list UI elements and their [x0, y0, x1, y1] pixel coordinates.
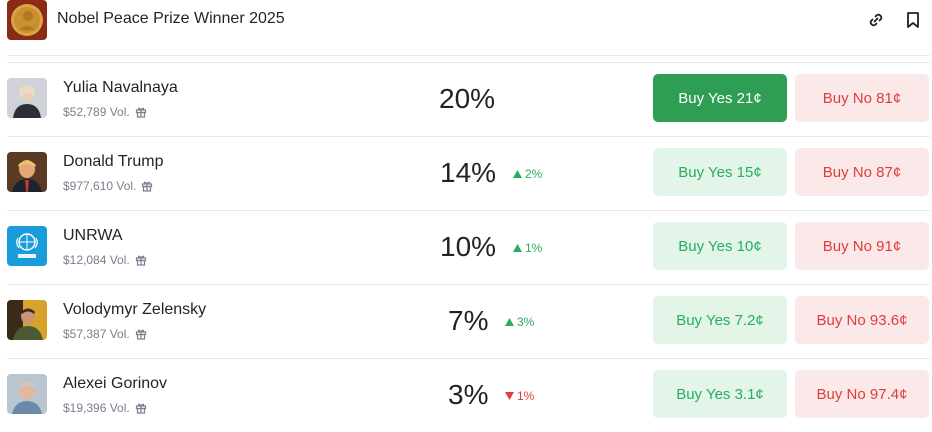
triangle-up-icon	[513, 170, 522, 178]
outcome-probability: 3%	[448, 379, 489, 410]
outcome-row[interactable]: Yulia Navalnaya $52,789 Vol. 20% Buy Yes…	[7, 63, 930, 137]
outcome-name: Yulia Navalnaya	[63, 79, 178, 96]
triangle-up-icon	[513, 244, 522, 252]
gift-icon	[135, 106, 147, 118]
buy-yes-button[interactable]: Buy Yes 7.2¢	[653, 296, 787, 344]
outcome-volume: $19,396 Vol.	[63, 401, 130, 415]
outcome-probability: 14%	[440, 157, 497, 188]
buy-no-button[interactable]: Buy No 91¢	[795, 222, 929, 270]
nobel-medal-icon	[7, 0, 47, 40]
avatar	[7, 226, 47, 266]
avatar	[7, 300, 47, 340]
buy-no-button[interactable]: Buy No 81¢	[795, 74, 929, 122]
market-header: Nobel Peace Prize Winner 2025	[0, 0, 932, 56]
buy-yes-button[interactable]: Buy Yes 21¢	[653, 74, 787, 122]
outcome-list: Yulia Navalnaya $52,789 Vol. 20% Buy Yes…	[0, 63, 932, 432]
buy-no-button[interactable]: Buy No 93.6¢	[795, 296, 929, 344]
buy-yes-button[interactable]: Buy Yes 3.1¢	[653, 370, 787, 418]
outcome-row[interactable]: Alexei Gorinov $19,396 Vol. 3% 1% Buy Ye…	[7, 359, 930, 432]
buy-no-button[interactable]: Buy No 87¢	[795, 148, 929, 196]
change-indicator: 1%	[513, 241, 542, 255]
change-indicator: 3%	[505, 315, 534, 329]
outcome-probability: 7%	[448, 305, 489, 336]
page-title: Nobel Peace Prize Winner 2025	[57, 10, 285, 27]
outcome-probability: 20%	[439, 83, 496, 114]
change-value: 1%	[525, 241, 543, 255]
outcome-name: UNRWA	[63, 227, 123, 244]
change-value: 2%	[525, 167, 543, 181]
buy-no-button[interactable]: Buy No 97.4¢	[795, 370, 929, 418]
outcome-name: Donald Trump	[63, 153, 164, 170]
gift-icon	[141, 180, 153, 192]
outcome-row[interactable]: Volodymyr Zelensky $57,387 Vol. 7% 3% Bu…	[7, 285, 930, 359]
outcome-volume: $12,084 Vol.	[63, 253, 130, 267]
change-indicator: 2%	[513, 167, 542, 181]
outcome-name: Volodymyr Zelensky	[63, 301, 207, 318]
bookmark-icon[interactable]	[903, 10, 923, 30]
change-indicator: 1%	[505, 389, 534, 403]
gift-icon	[135, 254, 147, 266]
outcome-volume: $57,387 Vol.	[63, 327, 130, 341]
outcome-name: Alexei Gorinov	[63, 375, 168, 392]
buy-yes-button[interactable]: Buy Yes 15¢	[653, 148, 787, 196]
outcome-row[interactable]: Donald Trump $977,610 Vol. 14% 2% Buy Ye…	[7, 137, 930, 211]
outcome-volume: $52,789 Vol.	[63, 105, 130, 119]
gift-icon	[135, 328, 147, 340]
avatar	[7, 78, 47, 118]
triangle-up-icon	[505, 318, 514, 326]
avatar	[7, 152, 47, 192]
avatar	[7, 374, 47, 414]
change-value: 1%	[517, 389, 535, 403]
triangle-down-icon	[505, 392, 514, 400]
outcome-probability: 10%	[440, 231, 497, 262]
header-divider	[7, 55, 930, 56]
change-value: 3%	[517, 315, 535, 329]
buy-yes-button[interactable]: Buy Yes 10¢	[653, 222, 787, 270]
outcome-volume: $977,610 Vol.	[63, 179, 137, 193]
link-icon[interactable]	[866, 10, 886, 30]
outcome-row[interactable]: UNRWA $12,084 Vol. 10% 1% Buy Yes 10¢ Bu…	[7, 211, 930, 285]
gift-icon	[135, 402, 147, 414]
